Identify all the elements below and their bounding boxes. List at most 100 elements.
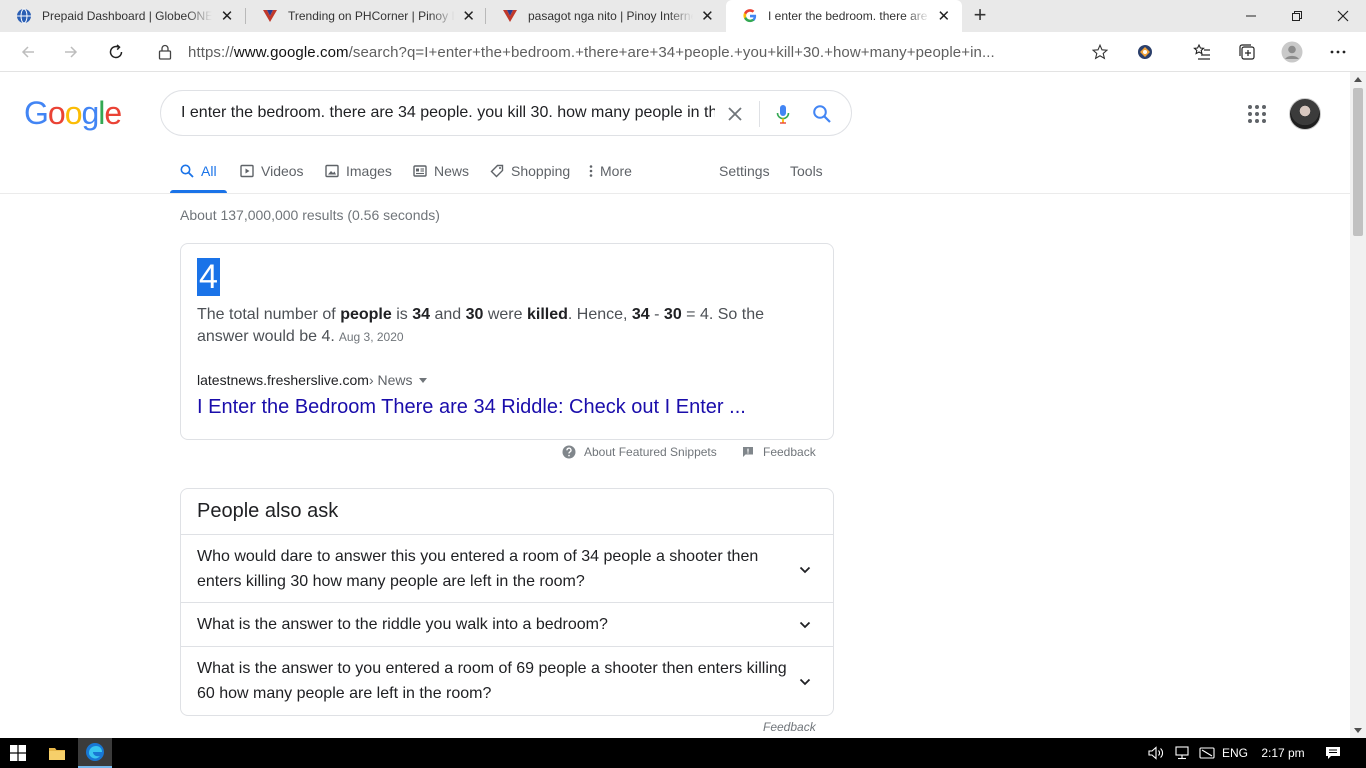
paa-question: What is the answer to you entered a room…	[197, 660, 787, 702]
caret-down-icon[interactable]	[418, 377, 427, 383]
clock[interactable]: 2:17 pm	[1255, 738, 1311, 768]
windows-start-icon[interactable]	[0, 738, 36, 768]
tab-label: Settings	[719, 163, 770, 179]
close-tab-icon[interactable]: ✕	[936, 7, 953, 25]
phcorner-icon	[502, 8, 518, 24]
snippet-text-bold: 34	[412, 306, 430, 323]
network-icon[interactable]	[1170, 738, 1194, 768]
tab-news[interactable]: News	[413, 162, 469, 180]
tab-more[interactable]: More	[588, 162, 632, 180]
language-indicator[interactable]: ENG	[1220, 738, 1250, 768]
globe-icon	[16, 8, 32, 24]
scroll-up-arrow-icon[interactable]	[1354, 77, 1362, 82]
settings-link[interactable]: Settings	[719, 162, 770, 180]
collections-icon[interactable]	[1233, 38, 1261, 66]
search-icon[interactable]	[810, 102, 834, 126]
clear-search-icon[interactable]	[723, 102, 747, 126]
snippet-text-segment: The total number of	[197, 306, 341, 323]
snippet-result-link[interactable]: I Enter the Bedroom There are 34 Riddle:…	[197, 396, 746, 419]
search-input[interactable]	[181, 104, 715, 122]
tab-title: I enter the bedroom. there are 34	[768, 9, 930, 23]
tab-shopping[interactable]: Shopping	[490, 162, 570, 180]
paa-question-row[interactable]: What is the answer to you entered a room…	[181, 646, 833, 715]
address-bar[interactable]: https://www.google.com/search?q=I+enter+…	[144, 36, 1120, 68]
browser-tab-google-search[interactable]: I enter the bedroom. there are 34 ✕	[726, 0, 962, 32]
chevron-down-icon[interactable]	[797, 562, 813, 578]
paa-feedback-link[interactable]: Feedback	[763, 720, 816, 734]
feedback-label: Feedback	[763, 445, 816, 459]
snippet-text-parts: The total number of people is 34 and 30 …	[197, 306, 764, 345]
address-url[interactable]: https://www.google.com/search?q=I+enter+…	[188, 44, 1080, 61]
close-tab-icon[interactable]: ✕	[218, 7, 236, 25]
lock-icon[interactable]	[158, 44, 178, 60]
snippet-citation[interactable]: latestnews.fresherslive.com › News	[197, 372, 427, 388]
action-center-icon[interactable]	[1320, 738, 1346, 768]
volume-icon[interactable]	[1144, 738, 1168, 768]
browser-tab-globeone[interactable]: Prepaid Dashboard | GlobeONE ✕	[0, 0, 246, 32]
tab-label: Images	[346, 163, 392, 179]
snippet-feedback[interactable]: Feedback	[741, 444, 816, 460]
chevron-down-icon[interactable]	[797, 617, 813, 633]
favorite-star-icon[interactable]	[1080, 44, 1120, 60]
about-featured-snippets[interactable]: About Featured Snippets	[562, 444, 717, 460]
logo-letter: G	[24, 95, 49, 131]
tab-images[interactable]: Images	[325, 162, 392, 180]
browser-tab-strip: Prepaid Dashboard | GlobeONE ✕ Trending …	[0, 0, 1366, 32]
scrollbar-thumb[interactable]	[1353, 88, 1363, 236]
edge-browser-icon[interactable]	[78, 738, 112, 768]
minimize-window-icon[interactable]	[1228, 0, 1274, 32]
browser-tab-phcorner-pasagot[interactable]: pasagot nga nito | Pinoy Internet ✕	[486, 0, 726, 32]
paa-question-row[interactable]: What is the answer to the riddle you wal…	[181, 602, 833, 647]
new-tab-icon[interactable]: +	[968, 4, 992, 28]
forward-arrow-icon[interactable]	[57, 38, 85, 66]
paa-question-row[interactable]: Who would dare to answer this you entere…	[181, 534, 833, 604]
tab-label: Videos	[261, 163, 304, 179]
close-tab-icon[interactable]: ✕	[699, 7, 716, 25]
tab-label: Tools	[790, 163, 823, 179]
google-icon	[742, 8, 758, 24]
close-tab-icon[interactable]: ✕	[461, 7, 476, 25]
tab-all[interactable]: All	[180, 162, 217, 180]
snippet-text: The total number of people is 34 and 30 …	[197, 304, 797, 348]
restore-window-icon[interactable]	[1274, 0, 1320, 32]
logo-letter: o	[47, 95, 66, 131]
browser-tab-phcorner-trending[interactable]: Trending on PHCorner | Pinoy Internet ✕	[246, 0, 486, 32]
url-scheme: https://	[188, 43, 234, 61]
tab-title: Prepaid Dashboard | GlobeONE	[42, 9, 213, 23]
profile-icon[interactable]	[1278, 38, 1306, 66]
more-options-icon[interactable]	[1324, 38, 1352, 66]
help-icon	[562, 445, 576, 459]
scroll-down-arrow-icon[interactable]	[1354, 728, 1362, 733]
paa-question: Who would dare to answer this you entere…	[197, 548, 759, 590]
favorites-list-icon[interactable]	[1188, 38, 1216, 66]
feedback-icon	[741, 445, 755, 459]
extension-icon[interactable]	[1131, 38, 1159, 66]
back-arrow-icon[interactable]	[14, 38, 42, 66]
snippet-text-segment: were	[483, 306, 527, 323]
snippet-text-bold: killed	[526, 306, 568, 323]
file-explorer-icon[interactable]	[42, 738, 72, 768]
video-icon	[240, 164, 254, 178]
microphone-icon[interactable]	[771, 102, 795, 126]
logo-letter: g	[81, 95, 99, 131]
input-method-icon[interactable]	[1195, 738, 1219, 768]
tab-title: Trending on PHCorner | Pinoy Internet	[288, 9, 455, 23]
image-icon	[325, 164, 339, 178]
chevron-down-icon[interactable]	[797, 674, 813, 690]
snippet-text-segment: is	[391, 306, 413, 323]
page-scrollbar[interactable]	[1350, 72, 1366, 738]
account-avatar[interactable]	[1289, 98, 1321, 130]
snippet-answer: 4	[197, 258, 220, 296]
tab-label: Shopping	[511, 163, 571, 179]
logo-letter: e	[104, 95, 122, 131]
google-logo[interactable]: Google	[24, 94, 122, 132]
tools-link[interactable]: Tools	[790, 162, 823, 180]
active-tab-indicator	[170, 190, 227, 193]
news-icon	[413, 164, 427, 178]
tag-icon	[490, 164, 504, 178]
close-window-icon[interactable]	[1320, 0, 1366, 32]
tab-videos[interactable]: Videos	[240, 162, 304, 180]
paa-title: People also ask	[197, 500, 339, 522]
refresh-icon[interactable]	[102, 38, 130, 66]
google-apps-icon[interactable]	[1245, 102, 1269, 126]
